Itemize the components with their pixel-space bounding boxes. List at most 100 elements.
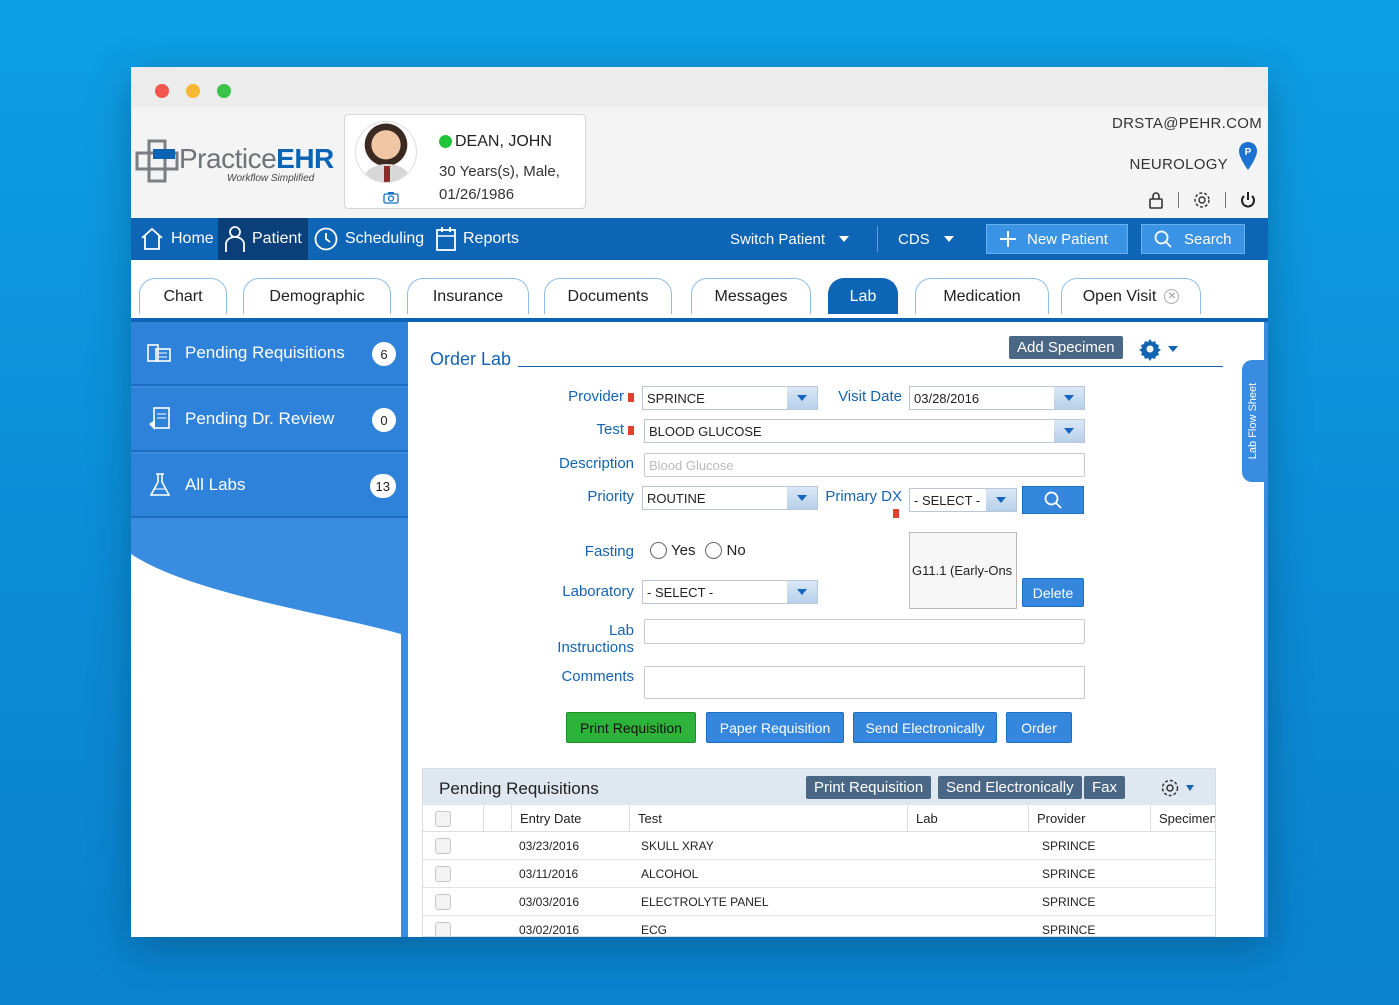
chevron-down-icon [943,236,954,242]
selected-dx-item[interactable]: G11.1 (Early-Ons [912,563,1012,578]
sidebar-item-label: All Labs [185,475,246,494]
fasting-no-radio[interactable] [705,542,723,559]
patient-name: DEAN, JOHN [455,133,552,150]
primary-dx-select[interactable]: - SELECT - [909,488,1017,512]
delete-dx-button[interactable]: Delete [1022,578,1084,607]
test-label: Test [528,421,634,438]
lab-instructions-label: Lab Instructions [557,622,634,656]
select-all-cell [423,805,483,832]
add-specimen-button[interactable]: Add Specimen [1009,336,1123,359]
comments-input[interactable] [644,666,1085,699]
provider-select[interactable]: SPRINCE [642,386,818,410]
app-header: PracticeEHR Workflow Simplified DEAN, JO… [131,107,1268,218]
row-checkbox[interactable] [435,838,451,854]
cds-dropdown[interactable]: CDS [898,218,954,260]
tab-insurance[interactable]: Insurance [407,278,529,314]
row-checkbox[interactable] [435,866,451,882]
lab-flow-sheet-toggle[interactable]: Lab Flow Sheet [1242,360,1264,482]
camera-icon[interactable] [383,191,401,205]
print-requisition-button[interactable]: Print Requisition [566,712,696,743]
gear-icon [1139,339,1161,361]
select-all-checkbox[interactable] [435,810,451,827]
power-icon[interactable] [1240,191,1256,209]
flow-sheet-label: Lab Flow Sheet [1247,382,1259,460]
nav-patient[interactable]: Patient [218,218,308,260]
nav-reports[interactable]: Reports [429,218,525,260]
provider-value: SPRINCE [647,390,705,406]
tab-lab[interactable]: Lab [828,278,898,314]
nav-scheduling[interactable]: Scheduling [307,218,430,260]
tab-chart[interactable]: Chart [139,278,227,314]
order-button[interactable]: Order [1006,712,1072,743]
patient-card: DEAN, JOHN 30 Years(s), Male, 01/26/1986 [344,114,586,209]
minimize-window-button[interactable] [186,84,200,98]
row-checkbox[interactable] [435,894,451,910]
col-provider[interactable]: Provider [1028,805,1150,832]
close-window-button[interactable] [155,84,169,98]
paper-requisition-button[interactable]: Paper Requisition [706,712,844,743]
tab-medication[interactable]: Medication [915,278,1049,314]
tab-demographic[interactable]: Demographic [243,278,391,314]
switch-patient-dropdown[interactable]: Switch Patient [730,218,850,260]
order-lab-settings-menu[interactable] [1138,337,1178,361]
tab-open-visit[interactable]: Open Visit ✕ [1061,278,1201,314]
laboratory-select[interactable]: - SELECT - [642,580,818,604]
lock-icon[interactable] [1148,191,1164,209]
table-row[interactable]: 03/23/2016 SKULL XRAY SPRINCE [423,832,1215,860]
patient-age-sex: 30 Years(s), Male, [439,163,560,180]
priority-select[interactable]: ROUTINE [642,486,818,510]
order-lab-title: Order Lab [430,349,512,369]
sidebar-item-pending-requisitions[interactable]: Pending Requisitions 6 [131,322,408,386]
grid-print-requisition-button[interactable]: Print Requisition [806,776,932,799]
tab-documents[interactable]: Documents [544,278,672,314]
gear-icon[interactable] [1193,191,1211,209]
selected-dx-list[interactable]: G11.1 (Early-Ons [909,532,1017,609]
grid-fax-button[interactable]: Fax [1084,776,1126,799]
nav-home-label: Home [171,230,214,247]
header-actions [1148,191,1256,209]
col-specimen[interactable]: Specimen [1150,805,1215,832]
tab-messages[interactable]: Messages [691,278,811,314]
visit-date-picker[interactable]: 03/28/2016 [909,386,1085,410]
chevron-down-icon [787,581,817,603]
nav-divider [877,226,878,252]
user-email: DRSTA@PEHR.COM [1112,115,1262,132]
col-entry-date[interactable]: Entry Date [511,805,629,832]
close-tab-icon[interactable]: ✕ [1164,289,1180,304]
col-test[interactable]: Test [629,805,907,832]
row-checkbox[interactable] [435,922,451,936]
grid-send-electronically-button[interactable]: Send Electronically [938,776,1082,799]
location-pin-icon[interactable]: P [1238,141,1258,171]
fasting-yes-radio[interactable] [650,542,667,559]
table-row[interactable]: 03/11/2016 ALCOHOL SPRINCE [423,860,1215,888]
col-lab[interactable]: Lab [907,805,1028,832]
description-input[interactable]: Blood Glucose [644,453,1085,477]
search-button[interactable]: Search [1141,224,1245,254]
requisition-icon [147,344,171,362]
sidebar-item-pending-dr-review[interactable]: Pending Dr. Review 0 [131,388,408,452]
table-row[interactable]: 03/02/2016 ECG SPRINCE [423,916,1215,936]
flask-icon [149,473,171,496]
new-patient-button[interactable]: New Patient [986,224,1128,254]
dx-search-button[interactable] [1022,486,1084,514]
maximize-window-button[interactable] [217,84,231,98]
send-electronically-button[interactable]: Send Electronically [853,712,997,743]
primary-dx-value: - SELECT - [914,492,981,508]
table-row[interactable]: 03/03/2016 ELECTROLYTE PANEL SPRINCE [423,888,1215,916]
count-badge: 0 [372,408,396,432]
department: NEUROLOGY [1129,156,1228,173]
tab-label: Insurance [432,287,504,305]
grid-settings-menu[interactable] [1160,778,1194,798]
priority-label: Priority [587,488,634,505]
patient-avatar[interactable] [355,121,417,183]
row-test: SKULL XRAY [641,839,714,853]
tab-label: Open Visit [1082,287,1157,305]
lab-instructions-input[interactable] [644,619,1085,644]
nav-reports-label: Reports [463,230,520,247]
logo[interactable]: PracticeEHR Workflow Simplified [135,137,335,187]
sidebar-item-all-labs[interactable]: All Labs 13 [131,454,408,518]
nav-home[interactable]: Home [133,218,220,260]
test-select[interactable]: BLOOD GLUCOSE [644,419,1085,443]
gear-icon [1161,779,1179,797]
patient-details: 30 Years(s), Male, 01/26/1986 [439,160,560,206]
